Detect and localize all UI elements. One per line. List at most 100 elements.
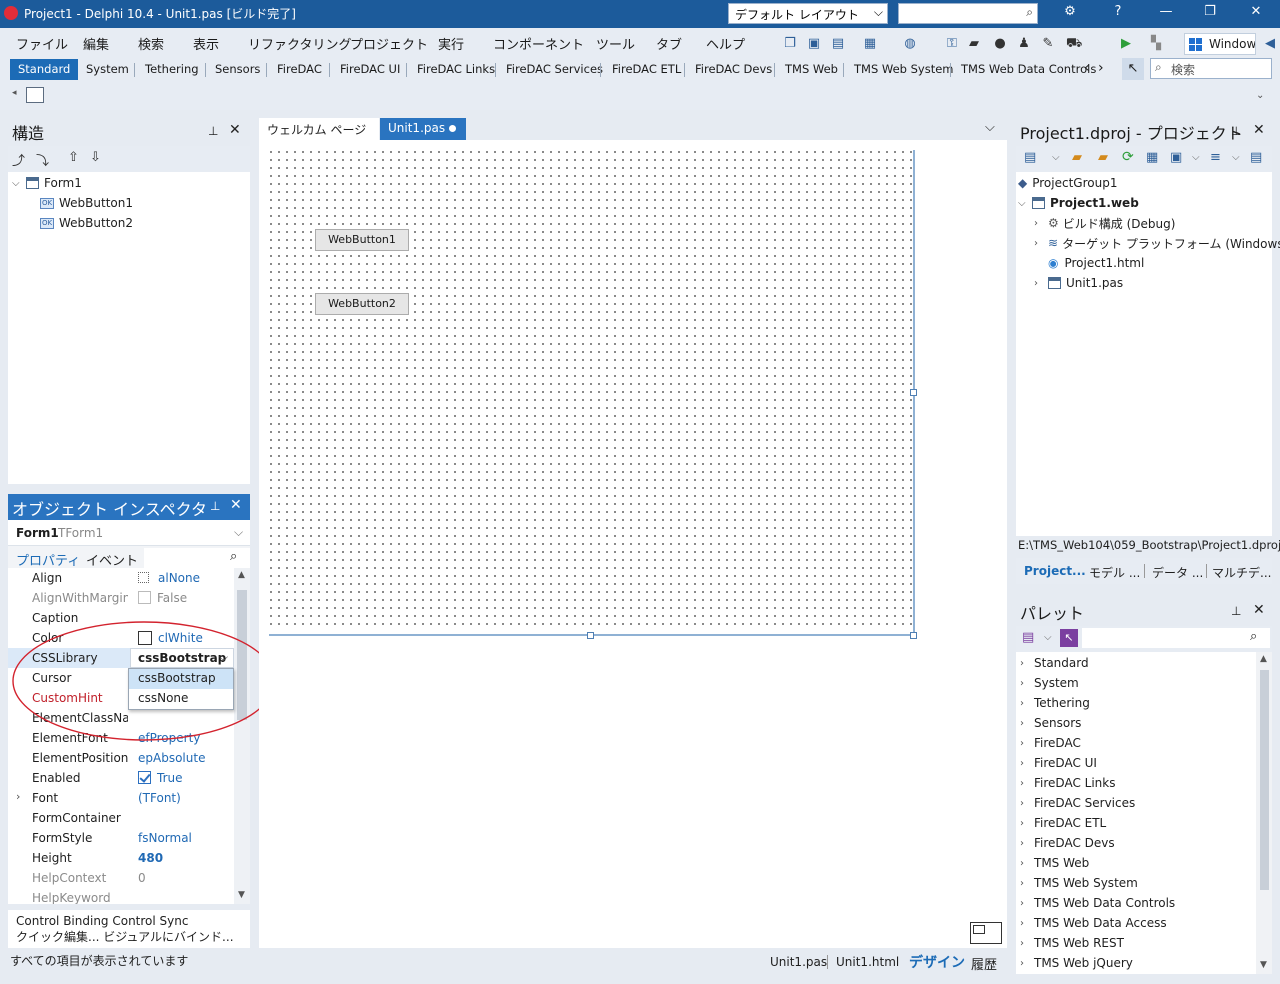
chat-icon[interactable]: ● [992, 36, 1008, 52]
property-row-enabled[interactable]: Enabled True [8, 768, 234, 788]
palette-category-firedac[interactable]: › FireDAC [1020, 733, 1081, 753]
property-row-font[interactable]: › Font (TFont) [8, 788, 234, 808]
tab-project[interactable]: Project... [1024, 564, 1086, 578]
add-folder-icon[interactable]: ▰ [1072, 150, 1082, 165]
palette-tab-sensors[interactable]: Sensors [215, 62, 260, 76]
palette-category-tms-web-system[interactable]: › TMS Web System [1020, 873, 1138, 893]
property-row-align[interactable]: Align alNone [8, 568, 234, 588]
property-value[interactable]: True [138, 771, 183, 785]
chevron-down-icon[interactable]: ⌵ [985, 120, 995, 135]
tab-properties[interactable]: プロパティ [16, 550, 80, 569]
property-value[interactable]: efProperty [138, 731, 200, 745]
palette-tab-tethering[interactable]: Tethering [145, 62, 199, 76]
palette-category-firedac-links[interactable]: › FireDAC Links [1020, 773, 1115, 793]
close-icon[interactable]: ✕ [1253, 122, 1265, 138]
property-row-alignwithmargins[interactable]: AlignWithMargins False [8, 588, 234, 608]
property-row-helpkeyword[interactable]: HelpKeyword [8, 888, 234, 904]
project-node-build-config[interactable]: › ⚙ ビルド構成 (Debug) [1034, 213, 1175, 233]
pin-icon[interactable]: ⊥ [1231, 124, 1241, 138]
palette-category-tethering[interactable]: › Tethering [1020, 693, 1090, 713]
pause-icon[interactable]: ▚ [1148, 36, 1164, 52]
property-value[interactable]: clWhite [138, 631, 203, 645]
chevron-down-icon[interactable]: ⌵ [1192, 152, 1200, 163]
platform-combo[interactable]: Windows [1184, 33, 1256, 55]
property-value[interactable]: False [138, 591, 187, 605]
web-icon[interactable]: ◍ [902, 36, 918, 52]
palette-filter-input[interactable] [1082, 628, 1270, 648]
palette-category-sensors[interactable]: › Sensors [1020, 713, 1081, 733]
pointer-tool-icon[interactable]: ↖ [1122, 58, 1144, 80]
key-icon[interactable]: ⚿ [944, 36, 960, 52]
checkbox-icon[interactable] [138, 591, 151, 604]
scroll-down-icon[interactable]: ▼ [238, 890, 245, 900]
layout-settings-icon[interactable]: ⚙ [1058, 4, 1082, 19]
palette-tab-standard[interactable]: Standard [10, 59, 79, 80]
property-value[interactable]: epAbsolute [138, 751, 205, 765]
resize-handle-right[interactable] [910, 389, 917, 396]
close-icon[interactable]: ✕ [229, 122, 241, 138]
dropdown-option[interactable]: cssNone [129, 689, 233, 709]
property-value[interactable]: 480 [138, 851, 163, 865]
design-form-surface[interactable]: WebButton1 WebButton2 [265, 146, 915, 630]
folder-icon[interactable]: ▰ [1098, 150, 1108, 165]
add-project-icon[interactable]: ▤ [1024, 150, 1036, 165]
cart-icon[interactable]: ⛟ [1066, 36, 1082, 52]
quick-action-links[interactable]: Control Binding Control Sync [16, 914, 250, 928]
pin-icon[interactable]: ⊥ [1231, 604, 1241, 618]
close-icon[interactable]: ✕ [230, 497, 242, 513]
book-icon[interactable]: ▰ [966, 36, 982, 52]
chevron-down-icon[interactable]: ⌄ [1256, 90, 1264, 101]
csslibrary-combo[interactable]: cssBootstrap ⌵ [130, 648, 234, 668]
menu-project[interactable]: プロジェクト [350, 34, 428, 53]
project-group-item[interactable]: ◆ ProjectGroup1 [1018, 173, 1117, 193]
project-item[interactable]: ⌵ Project1.web [1018, 193, 1139, 213]
object-selector[interactable]: Form1 TForm1 ⌵ [8, 520, 250, 546]
property-row-elementclassname[interactable]: ElementClassName [8, 708, 234, 728]
bottom-tab-design[interactable]: デザイン [909, 952, 965, 972]
resize-handle-corner[interactable] [910, 632, 917, 639]
palette-category-tms-web-data-access[interactable]: › TMS Web Data Access [1020, 913, 1167, 933]
palette-category-tms-web-jquery[interactable]: › TMS Web jQuery [1020, 953, 1133, 973]
desktop-layout-combo[interactable]: デフォルト レイアウト ⌵ [728, 3, 888, 24]
menu-view[interactable]: 表示 [193, 34, 219, 53]
palette-tab-tms-web-data-controls[interactable]: TMS Web Data Controls [961, 62, 1096, 76]
webbutton1[interactable]: WebButton1 [315, 229, 409, 251]
run-icon[interactable]: ▶ [1118, 36, 1134, 52]
tree-item-form1[interactable]: ⌵ Form1 [12, 173, 82, 193]
chevron-right-icon[interactable]: › [1098, 60, 1104, 76]
palette-category-firedac-devs[interactable]: › FireDAC Devs [1020, 833, 1115, 853]
property-value[interactable]: 0 [138, 871, 146, 885]
resize-handle-bottom[interactable] [587, 632, 594, 639]
property-row-height[interactable]: Height 480 [8, 848, 234, 868]
arrow-left-icon[interactable]: ◀ [1262, 36, 1278, 52]
menu-run[interactable]: 実行 [438, 34, 464, 53]
scroll-up-icon[interactable]: ▲ [1260, 654, 1267, 664]
close-window-button[interactable]: ✕ [1244, 4, 1268, 19]
project-node-target-platform[interactable]: › ≋ ターゲット プラットフォーム (Windows 32 [1034, 233, 1280, 253]
arrow-up-icon[interactable]: ⇧ [68, 150, 79, 165]
palette-category-firedac-services[interactable]: › FireDAC Services [1020, 793, 1135, 813]
scroll-up-icon[interactable]: ▲ [238, 570, 245, 580]
chevron-down-icon[interactable]: ⌵ [1232, 152, 1240, 163]
scroll-thumb[interactable] [1260, 670, 1269, 890]
menu-tools[interactable]: ツール [596, 34, 635, 53]
menu-help[interactable]: ヘルプ [706, 34, 745, 53]
palette-category-standard[interactable]: › Standard [1020, 653, 1089, 673]
menu-refactor[interactable]: リファクタリング [248, 34, 351, 53]
property-row-formcontainer[interactable]: FormContainer [8, 808, 234, 828]
palette-tab-system[interactable]: System [86, 62, 129, 76]
tab-data[interactable]: データ ... [1152, 564, 1203, 581]
minimize-button[interactable]: — [1154, 4, 1178, 19]
tab-model[interactable]: モデル ... [1089, 564, 1140, 581]
scroll-down-icon[interactable]: ▼ [1260, 960, 1267, 970]
palette-tab-firedac-ui[interactable]: FireDAC UI [340, 62, 400, 76]
bottom-tab-unit1-pas[interactable]: Unit1.pas [770, 955, 827, 969]
palette-category-tms-web-rest[interactable]: › TMS Web REST [1020, 933, 1124, 953]
chevron-down-icon[interactable]: ⌵ [219, 650, 228, 665]
refresh-icon[interactable]: ⟳ [1122, 149, 1134, 165]
arrow-down-icon[interactable]: ⇩ [90, 150, 101, 165]
checkbox-checked-icon[interactable] [138, 771, 151, 784]
palette-search-input[interactable]: ⌕ 検索 [1150, 58, 1272, 79]
chevron-left-icon[interactable]: ◂ [12, 88, 17, 98]
chevron-left-icon[interactable]: ‹ [1084, 60, 1090, 76]
